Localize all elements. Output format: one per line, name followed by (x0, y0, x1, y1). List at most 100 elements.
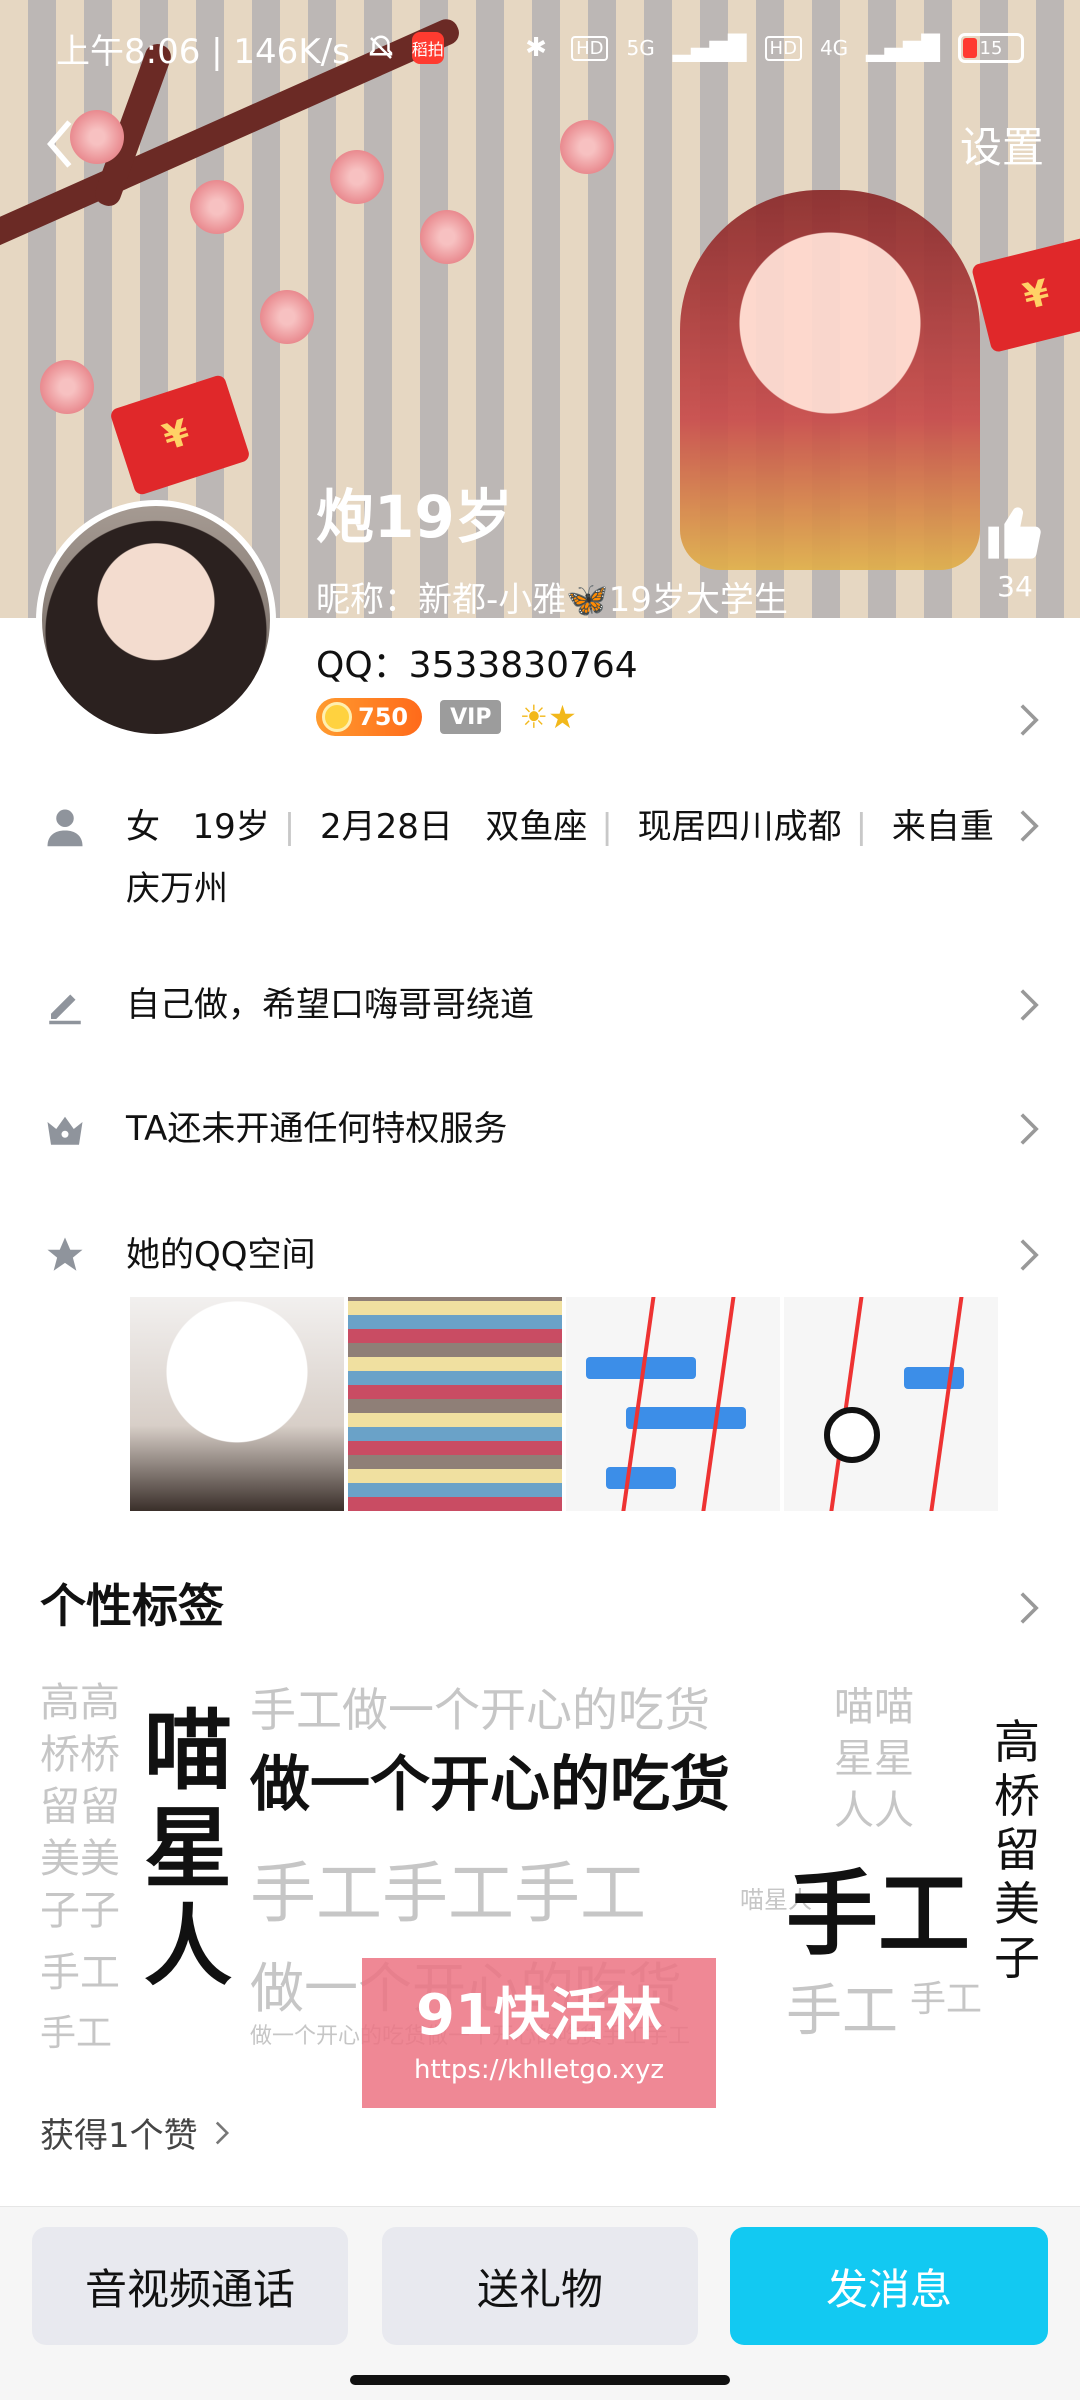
back-button[interactable] (30, 114, 90, 174)
chevron-right-icon (1018, 1111, 1040, 1147)
red-envelope-decor (970, 236, 1080, 354)
coin-level-badge: 750 (316, 698, 423, 736)
chevron-right-icon (1018, 808, 1040, 844)
tag-word: 做一个开心的吃货 (250, 1750, 730, 1820)
chat-bubble-decor (606, 1467, 676, 1489)
signal-4g-icon: 4G (819, 36, 849, 60)
privilege-row[interactable]: TA还未开通任何特权服务 (0, 1098, 1080, 1160)
basic-info-row[interactable]: 女 19岁 | 2月28日 双鱼座 | 现居四川成都 | 来自重庆万州 (0, 796, 1080, 916)
tag-word: 手工做一个开心的吃货 (250, 1683, 710, 1737)
thumbs-up-icon (988, 507, 1041, 559)
chevron-left-icon (47, 120, 72, 168)
cover-blossom (190, 180, 244, 234)
tag-word: 手工 (40, 1950, 120, 1996)
tag-word: 星星 (834, 1736, 914, 1782)
battery-level: 15 (979, 37, 1003, 59)
signal-bars-icon: ▂▄▆█ (672, 34, 747, 62)
chevron-right-icon[interactable] (1018, 702, 1040, 738)
like-button[interactable]: 34 (970, 500, 1060, 603)
qzone-photo[interactable] (784, 1297, 998, 1511)
age: 19岁 (192, 807, 270, 847)
red-stroke-decor (925, 1297, 967, 1511)
location: 现居四川成都 (637, 807, 842, 847)
info-separator: | (601, 807, 613, 847)
chevron-right-icon (215, 2121, 229, 2144)
watermark-overlay: 91快活林 https://khlletgo.xyz (362, 1958, 716, 2108)
qzone-photos (130, 1297, 998, 1511)
tag-word: 桥桥 (40, 1732, 120, 1778)
star-icon (44, 1234, 86, 1276)
qzone-photo[interactable] (130, 1297, 344, 1511)
red-stroke-decor (697, 1297, 739, 1511)
privilege-text: TA还未开通任何特权服务 (126, 1109, 508, 1149)
likes-received-text: 获得1个赞 (40, 2116, 198, 2156)
hd-icon-2: HD (764, 35, 802, 61)
bell-muted-icon (364, 31, 398, 65)
tags-section-title: 个性标签 (40, 1579, 224, 1633)
watermark-brand: 91快活林 (416, 1983, 662, 2048)
tag-word: 子子 (40, 1888, 120, 1934)
panda-sticker (824, 1407, 880, 1463)
send-gift-button[interactable]: 送礼物 (382, 2227, 698, 2345)
qzone-photo[interactable] (348, 1297, 562, 1511)
profile-name-block: 炮19岁 昵称：新都-小雅🦋19岁大学生 (316, 470, 788, 621)
tag-word: 人 (144, 1895, 233, 1998)
chat-bubble-decor (626, 1407, 746, 1429)
coin-level: 750 (358, 703, 409, 731)
qzone-row[interactable]: 她的QQ空间 (0, 1224, 1080, 1286)
bottom-action-bar: 音视频通话 送礼物 发消息 (0, 2206, 1080, 2400)
tag-word: 子 (994, 1931, 1040, 1985)
coin-icon (322, 702, 352, 732)
likes-received-link[interactable]: 获得1个赞 (40, 2108, 230, 2157)
video-call-button[interactable]: 音视频通话 (32, 2227, 348, 2345)
chevron-right-icon[interactable] (1018, 1590, 1040, 1626)
qzone-photo[interactable] (566, 1297, 780, 1511)
tag-word: 人人 (834, 1788, 914, 1834)
avatar[interactable] (36, 500, 276, 740)
settings-button[interactable]: 设置 (960, 114, 1050, 175)
zodiac: 双鱼座 (485, 807, 588, 847)
hd-icon: HD (571, 35, 609, 61)
tag-word: 手工 (40, 2013, 113, 2054)
signature-text: 自己做，希望口嗨哥哥绕道 (126, 985, 534, 1025)
profile-nickname: 昵称：新都-小雅🦋19岁大学生 (316, 580, 788, 620)
bluetooth-icon: ✱ (525, 33, 547, 63)
tag-word: 喵喵 (834, 1684, 914, 1730)
status-bar: 上午8:06 | 146K/s 稻拍 ✱ HD 5G ▂▄▆█ HD 4G ▂▄… (0, 0, 1080, 96)
crown-icon (44, 1108, 86, 1150)
qzone-text: 她的QQ空间 (126, 1235, 316, 1275)
info-separator: | (283, 807, 296, 847)
battery-icon: 15 (958, 33, 1024, 63)
red-stroke-decor (825, 1297, 867, 1511)
send-message-button[interactable]: 发消息 (730, 2227, 1048, 2345)
level-icons: ☀★ (519, 698, 577, 736)
basic-info-text: 女 19岁 | 2月28日 双鱼座 | 现居四川成都 | 来自重庆万州 (126, 796, 1000, 920)
tag-word: 高高 (40, 1680, 120, 1726)
cover-blossom (260, 290, 314, 344)
qq-number: QQ：3533830764 (316, 645, 638, 686)
tag-word: 手工手工手工 (250, 1855, 646, 1932)
signal-5g-icon: 5G (626, 36, 655, 60)
tag-word: 留留 (40, 1784, 120, 1830)
pencil-icon (44, 984, 86, 1026)
chevron-right-icon (1018, 987, 1040, 1023)
cover-blossom (420, 210, 474, 264)
profile-name: 炮19岁 (316, 483, 513, 551)
tag-word: 美美 (40, 1836, 120, 1882)
signal-bars-icon-2: ▂▄▆█ (866, 34, 940, 62)
person-icon (44, 806, 86, 848)
chevron-right-icon (1018, 1237, 1040, 1273)
birthday: 2月28日 (319, 807, 453, 847)
level-badges[interactable]: 750 VIP ☀★ (316, 698, 577, 736)
like-count: 34 (997, 570, 1033, 603)
watermark-url: https://khlletgo.xyz (413, 2055, 664, 2085)
tag-word: 手工 (786, 1861, 971, 1968)
notification-app-icon: 稻拍 (411, 32, 444, 64)
home-indicator[interactable] (350, 2375, 730, 2385)
cover-blossom (40, 360, 94, 414)
tag-word: 手工 (786, 1979, 898, 2044)
status-time-speed: 上午8:06 | 146K/s (56, 31, 350, 72)
signature-row[interactable]: 自己做，希望口嗨哥哥绕道 (0, 974, 1080, 1036)
gender: 女 (126, 807, 160, 847)
chat-bubble-decor (904, 1367, 964, 1389)
